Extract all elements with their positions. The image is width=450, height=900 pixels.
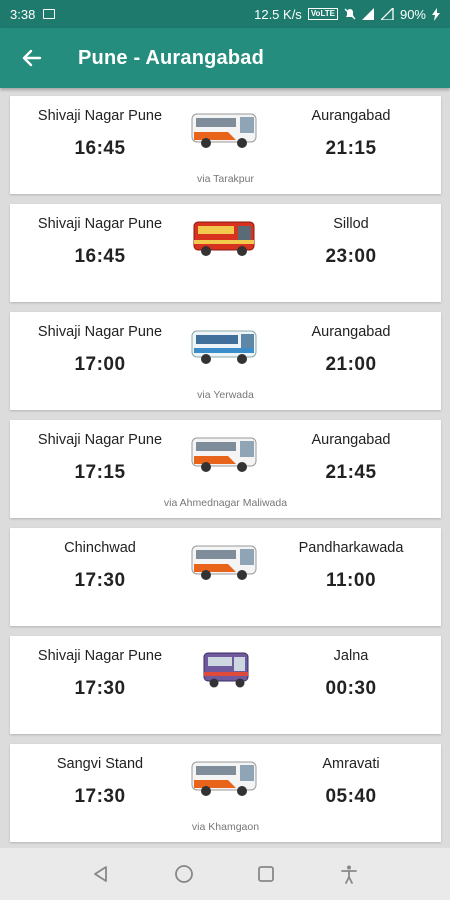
square-recents-icon xyxy=(258,866,275,882)
via-route: via Ahmednagar Maliwada xyxy=(163,497,288,509)
bus-white-orange-icon xyxy=(190,432,260,474)
arrival-time: 11:00 xyxy=(325,570,377,591)
page-title: Pune - Aurangabad xyxy=(78,46,265,69)
accessibility-icon xyxy=(340,865,357,884)
origin-stop: Shivaji Nagar Pune xyxy=(37,108,163,124)
mute-icon xyxy=(344,8,356,20)
trip-card[interactable]: Shivaji Nagar Pune 17:00 Aurangabad 21:00 … xyxy=(10,312,441,410)
destination-stop: Jalna xyxy=(333,648,369,664)
departure-time: 17:00 xyxy=(74,354,126,375)
arrow-left-icon xyxy=(22,49,42,67)
circle-home-icon xyxy=(174,865,193,883)
destination-stop: Aurangabad xyxy=(311,324,391,340)
app-bar: Pune - Aurangabad xyxy=(0,28,450,88)
nav-accessibility-button[interactable] xyxy=(329,854,369,894)
departure-time: 16:45 xyxy=(74,138,126,159)
bus-white-orange-icon xyxy=(190,756,260,798)
volte-icon: VoLTE xyxy=(307,8,338,20)
back-button[interactable] xyxy=(0,28,64,88)
triangle-back-icon xyxy=(94,866,108,882)
charging-icon xyxy=(432,7,440,21)
destination-stop: Pandharkawada xyxy=(298,540,404,556)
origin-stop: Shivaji Nagar Pune xyxy=(37,648,163,664)
bus-blue-icon xyxy=(190,324,260,366)
via-route: via Yerwada xyxy=(197,389,254,401)
battery-percent: 90% xyxy=(399,6,426,22)
trip-list[interactable]: Shivaji Nagar Pune 16:45 Aurangabad 21:15 … xyxy=(0,88,450,848)
origin-stop: Shivaji Nagar Pune xyxy=(37,216,163,232)
departure-time: 17:15 xyxy=(74,462,126,483)
bus-white-orange-icon xyxy=(190,540,260,582)
trip-card[interactable]: Shivaji Nagar Pune 17:15 Aurangabad 21:45 … xyxy=(10,420,441,518)
departure-time: 16:45 xyxy=(74,246,126,267)
arrival-time: 21:15 xyxy=(325,138,377,159)
via-route: via Tarakpur xyxy=(196,173,254,185)
origin-stop: Chinchwad xyxy=(64,540,136,556)
departure-time: 17:30 xyxy=(74,786,126,807)
arrival-time: 05:40 xyxy=(325,786,377,807)
origin-stop: Shivaji Nagar Pune xyxy=(37,432,163,448)
signal-icon-1 xyxy=(361,8,374,20)
nav-back-button[interactable] xyxy=(81,854,121,894)
trip-card[interactable]: Shivaji Nagar Pune 17:30 Jalna 00:30 xyxy=(10,636,441,734)
trip-card[interactable]: Sangvi Stand 17:30 Amravati 05:40 via Kham… xyxy=(10,744,441,842)
status-bar: 3:38 12.5 K/s VoLTE 90% xyxy=(0,0,450,28)
destination-stop: Sillod xyxy=(333,216,369,232)
arrival-time: 00:30 xyxy=(325,678,377,699)
signal-icon-2 xyxy=(380,8,394,20)
bus-purple-icon xyxy=(190,648,260,690)
via-route: via Khamgaon xyxy=(191,821,260,833)
arrival-time: 21:00 xyxy=(325,354,377,375)
network-speed: 12.5 K/s xyxy=(254,6,302,22)
nav-home-button[interactable] xyxy=(164,854,204,894)
destination-stop: Aurangabad xyxy=(311,432,391,448)
bus-white-orange-icon xyxy=(190,108,260,150)
trip-card[interactable]: Shivaji Nagar Pune 16:45 Sillod 23:00 xyxy=(10,204,441,302)
destination-stop: Amravati xyxy=(322,756,380,772)
bus-red-icon xyxy=(190,216,260,258)
arrival-time: 21:45 xyxy=(325,462,377,483)
origin-stop: Shivaji Nagar Pune xyxy=(37,324,163,340)
nav-recents-button[interactable] xyxy=(246,854,286,894)
departure-time: 17:30 xyxy=(74,678,126,699)
origin-stop: Sangvi Stand xyxy=(56,756,144,772)
arrival-time: 23:00 xyxy=(325,246,377,267)
destination-stop: Aurangabad xyxy=(311,108,391,124)
gallery-notification-icon xyxy=(43,9,56,19)
status-time: 3:38 xyxy=(10,6,36,22)
system-nav-bar xyxy=(0,848,450,900)
trip-card[interactable]: Chinchwad 17:30 Pandharkawada 11:00 xyxy=(10,528,441,626)
departure-time: 17:30 xyxy=(74,570,126,591)
trip-card[interactable]: Shivaji Nagar Pune 16:45 Aurangabad 21:15 … xyxy=(10,96,441,194)
